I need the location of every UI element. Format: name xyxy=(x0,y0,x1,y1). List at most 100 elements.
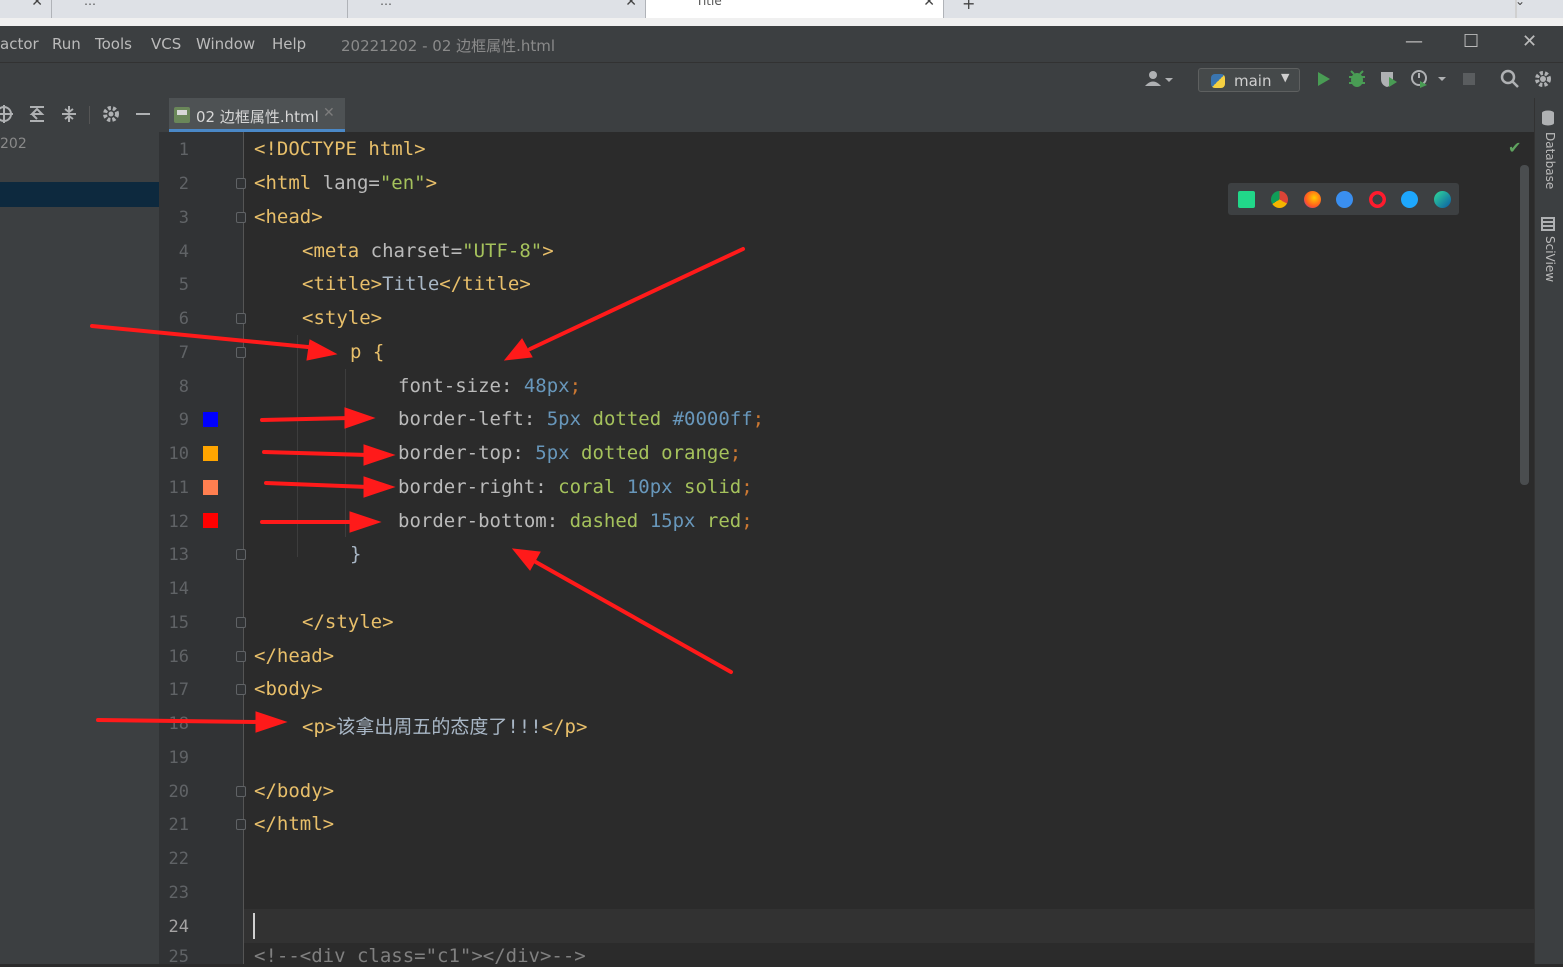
code-token: : xyxy=(512,442,536,464)
menu-refactor[interactable]: actor xyxy=(0,35,39,53)
run-icon[interactable] xyxy=(1316,69,1332,94)
code-token: coral xyxy=(558,476,627,498)
chrome-icon[interactable] xyxy=(1271,191,1288,208)
firefox-icon[interactable] xyxy=(1304,191,1321,208)
ie-icon[interactable] xyxy=(1401,191,1418,208)
database-icon[interactable] xyxy=(1541,110,1555,130)
code-token: <!DOCTYPE html> xyxy=(254,138,426,160)
code-token: = xyxy=(450,240,463,262)
code-token: ; xyxy=(752,408,765,430)
fold-marker[interactable] xyxy=(236,178,246,189)
line-number: 15 xyxy=(168,613,189,633)
maximize-button[interactable]: ☐ xyxy=(1463,31,1479,52)
edge-icon[interactable] xyxy=(1434,191,1451,208)
line-number: 23 xyxy=(168,883,189,903)
fold-marker[interactable] xyxy=(236,684,246,695)
menu-window[interactable]: Window xyxy=(196,35,255,53)
code-line: <head> xyxy=(254,206,323,228)
project-panel-toolbar xyxy=(0,98,159,132)
close-icon[interactable]: ✕ xyxy=(625,0,637,10)
debug-icon[interactable] xyxy=(1348,69,1366,94)
code-token: > xyxy=(542,240,554,262)
fold-marker[interactable] xyxy=(236,651,246,662)
color-swatch-orange[interactable] xyxy=(203,446,218,461)
browser-tab-strip: ✕ … … ✕ Title ✕ + ⌄ xyxy=(0,0,1563,18)
menu-help[interactable]: Help xyxy=(272,35,306,53)
code-token: <body> xyxy=(254,678,323,700)
sciview-icon[interactable] xyxy=(1541,216,1555,236)
run-configuration-select[interactable]: main ▼ xyxy=(1198,68,1300,92)
fold-marker[interactable] xyxy=(236,549,246,560)
coverage-icon[interactable] xyxy=(1378,69,1398,94)
profile-icon[interactable] xyxy=(1410,69,1446,94)
code-token: } xyxy=(350,543,362,565)
browser-tab-active[interactable]: Title ✕ xyxy=(646,0,944,18)
browser-tab[interactable]: … ✕ xyxy=(348,0,646,18)
opera-icon[interactable] xyxy=(1369,191,1386,208)
line-number: 25 xyxy=(168,947,189,967)
line-number: 14 xyxy=(168,579,189,599)
search-icon[interactable] xyxy=(1500,69,1520,94)
fold-marker[interactable] xyxy=(236,313,246,324)
code-token: dotted xyxy=(581,408,673,430)
code-token: </p> xyxy=(541,716,588,738)
inspection-ok-icon[interactable]: ✔ xyxy=(1508,138,1521,157)
locate-icon[interactable] xyxy=(0,104,14,129)
fold-marker[interactable] xyxy=(236,617,246,628)
menu-vcs[interactable]: VCS xyxy=(151,35,181,53)
pycharm-icon[interactable] xyxy=(1238,191,1255,208)
expand-all-icon[interactable] xyxy=(28,104,46,129)
vertical-scrollbar[interactable] xyxy=(1520,165,1529,485)
current-line-highlight xyxy=(244,909,1534,943)
line-number: 3 xyxy=(178,208,189,228)
project-selected-row[interactable] xyxy=(0,182,159,207)
close-window-button[interactable]: ✕ xyxy=(1522,31,1537,52)
code-token: solid xyxy=(672,476,742,498)
close-tab-icon[interactable]: ✕ xyxy=(323,105,335,121)
text-caret xyxy=(253,913,255,939)
menu-run[interactable]: Run xyxy=(52,35,81,53)
code-token: > xyxy=(425,172,438,194)
stop-icon[interactable] xyxy=(1461,69,1477,94)
code-token: "UTF-8" xyxy=(462,240,543,262)
code-token: ; xyxy=(569,375,582,397)
color-swatch-red[interactable] xyxy=(203,513,218,528)
fold-marker[interactable] xyxy=(236,347,246,358)
line-number: 5 xyxy=(178,275,189,295)
settings-icon[interactable] xyxy=(1533,69,1553,94)
browser-tab[interactable]: … xyxy=(52,0,348,18)
code-token: </style> xyxy=(302,611,394,633)
code-line: </style> xyxy=(302,611,394,633)
code-line: </body> xyxy=(254,780,334,802)
line-number: 21 xyxy=(168,815,189,835)
code-token: = xyxy=(368,172,380,194)
line-number: 6 xyxy=(178,309,189,329)
browser-tab[interactable]: ✕ xyxy=(0,0,52,18)
code-token: <meta xyxy=(302,240,360,262)
minimize-button[interactable]: — xyxy=(1405,31,1423,52)
fold-marker[interactable] xyxy=(236,819,246,830)
line-number: 2 xyxy=(178,174,189,194)
menu-tools[interactable]: Tools xyxy=(95,35,132,53)
collapse-all-icon[interactable] xyxy=(60,104,78,129)
sciview-tool-window-button[interactable]: SciView xyxy=(1543,236,1557,282)
close-icon[interactable]: ✕ xyxy=(923,0,935,10)
hide-panel-icon[interactable] xyxy=(134,104,152,129)
database-tool-window-button[interactable]: Database xyxy=(1543,132,1557,189)
browser-tab-title: … xyxy=(380,0,392,8)
user-icon[interactable] xyxy=(1143,69,1175,94)
fold-marker[interactable] xyxy=(236,786,246,797)
code-token: ; xyxy=(729,442,742,464)
safari-icon[interactable] xyxy=(1336,191,1353,208)
color-swatch-blue[interactable] xyxy=(203,412,218,427)
color-swatch-coral[interactable] xyxy=(203,480,218,495)
fold-marker[interactable] xyxy=(236,212,246,223)
gear-icon[interactable] xyxy=(101,104,121,129)
editor-tab-active[interactable]: 02 边框属性.html ✕ xyxy=(169,98,345,132)
new-tab-icon[interactable]: + xyxy=(962,0,975,13)
close-icon[interactable]: ✕ xyxy=(31,0,43,10)
code-token: ; xyxy=(741,476,753,498)
project-root-label[interactable]: 202 xyxy=(0,136,27,152)
tab-menu-icon[interactable]: ⌄ xyxy=(1515,0,1525,18)
code-token: : xyxy=(523,408,547,430)
